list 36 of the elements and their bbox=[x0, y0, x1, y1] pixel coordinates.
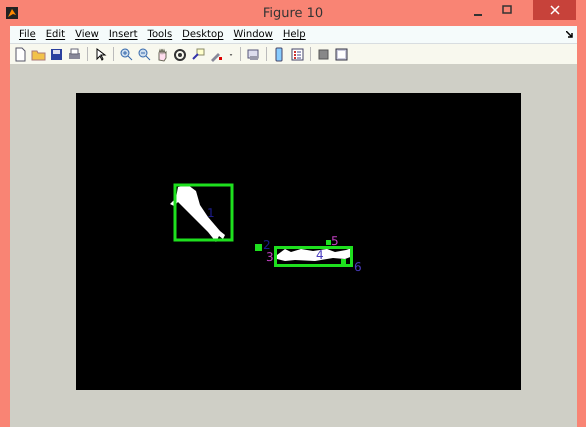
bounding-box bbox=[174, 184, 234, 242]
app-logo-icon bbox=[6, 7, 18, 19]
close-button[interactable] bbox=[533, 0, 576, 20]
hide-plot-tools-icon[interactable] bbox=[316, 46, 331, 62]
menu-item[interactable]: View bbox=[70, 29, 104, 40]
legend-icon[interactable] bbox=[290, 46, 305, 62]
zoom-out-icon[interactable] bbox=[137, 46, 152, 62]
region-label: 3 bbox=[266, 250, 274, 264]
menu-item[interactable]: File bbox=[14, 29, 41, 40]
region-label: 2 bbox=[263, 238, 271, 252]
save-icon[interactable] bbox=[49, 46, 64, 62]
region-label: 5 bbox=[331, 234, 339, 248]
menu-item[interactable]: Window bbox=[228, 29, 278, 40]
new-file-icon[interactable] bbox=[13, 46, 28, 62]
close-icon bbox=[550, 5, 560, 15]
data-cursor-icon[interactable] bbox=[191, 46, 206, 62]
print-icon[interactable] bbox=[67, 46, 82, 62]
marker-square bbox=[326, 240, 331, 245]
region-label: 4 bbox=[316, 248, 324, 262]
menu-item[interactable]: Desktop bbox=[177, 29, 228, 40]
minimize-icon bbox=[474, 14, 482, 16]
maximize-icon bbox=[502, 5, 512, 15]
zoom-in-icon[interactable] bbox=[119, 46, 134, 62]
link-plot-icon[interactable] bbox=[246, 46, 261, 62]
marker-square bbox=[341, 259, 346, 264]
rotate-icon[interactable] bbox=[173, 46, 188, 62]
region-label: 1 bbox=[207, 206, 215, 220]
menu-item[interactable]: Insert bbox=[104, 29, 143, 40]
menu-item[interactable]: Tools bbox=[142, 29, 178, 40]
menu-item[interactable]: Help bbox=[278, 29, 311, 40]
show-plot-tools-icon[interactable] bbox=[334, 46, 349, 62]
region-label: 6 bbox=[354, 260, 362, 274]
dock-arrow-icon[interactable] bbox=[566, 31, 573, 38]
menu-item[interactable]: Edit bbox=[40, 29, 70, 40]
marker-square bbox=[255, 244, 262, 251]
window-title: Figure 10 bbox=[262, 6, 324, 20]
